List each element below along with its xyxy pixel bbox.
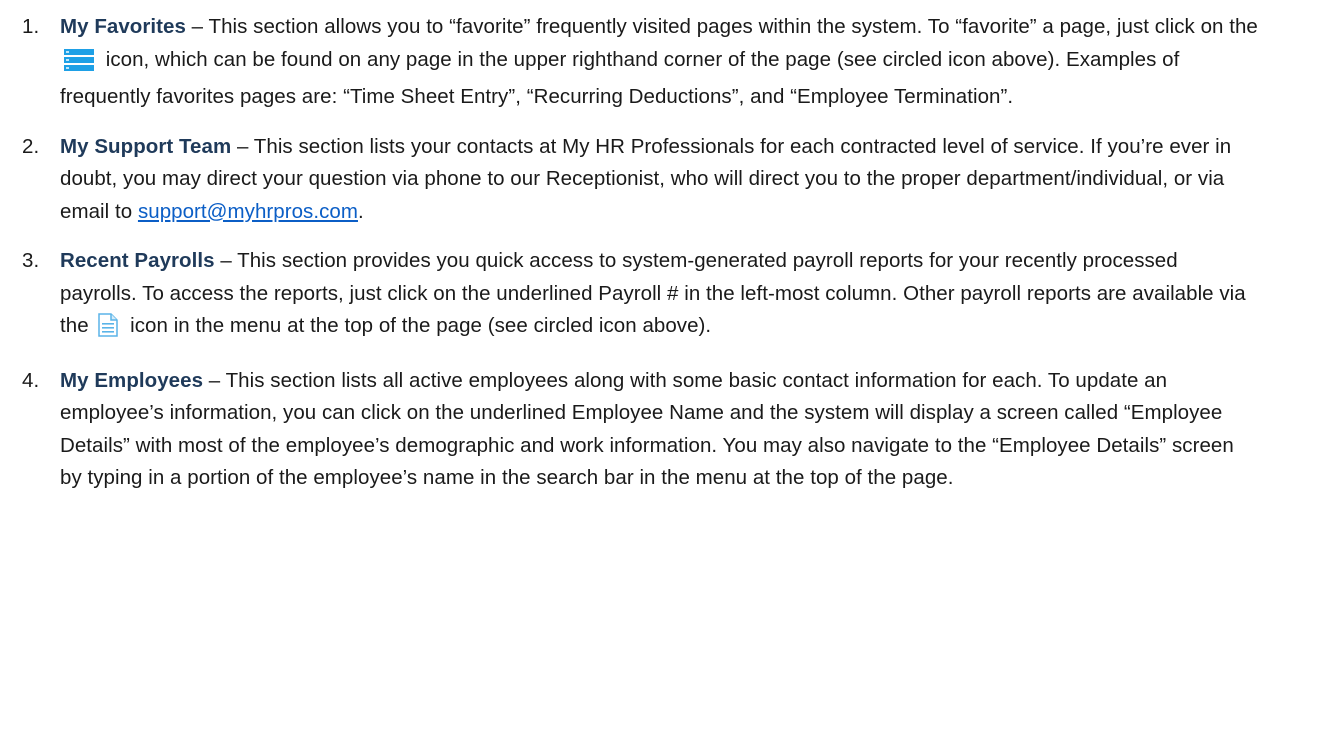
section-title-recent-payrolls: Recent Payrolls <box>60 249 215 272</box>
section-title-my-favorites: My Favorites <box>60 15 186 38</box>
list-item-recent-payrolls: 3. Recent Payrolls – This section provid… <box>12 245 1318 348</box>
support-email-link[interactable]: support@myhrpros.com <box>138 200 358 223</box>
section-text: icon in the menu at the top of the page … <box>124 314 712 337</box>
list-item-my-favorites: 1. My Favorites – This section allows yo… <box>12 11 1318 114</box>
section-text: . <box>357 199 364 223</box>
list-item-my-employees: 4. My Employees – This section lists all… <box>12 365 1318 495</box>
document-icon <box>98 313 119 348</box>
section-title-my-support-team: My Support Team <box>60 134 232 158</box>
section-text: – This section lists all active employee… <box>60 368 1234 490</box>
list-item-body: My Support Team – This section lists you… <box>32 131 1318 229</box>
document-page: 1. My Favorites – This section allows yo… <box>0 11 1338 732</box>
section-text: – This section allows you to “favorite” … <box>185 15 1258 38</box>
list-item-my-support-team: 2. My Support Team – This section lists … <box>12 131 1318 229</box>
section-text: icon, which can be found on any page in … <box>60 47 1180 109</box>
list-icon <box>64 48 94 82</box>
list-item-body: My Employees – This section lists all ac… <box>32 365 1318 495</box>
section-title-my-employees: My Employees <box>60 368 204 392</box>
list-item-body: Recent Payrolls – This section provides … <box>32 245 1318 348</box>
list-item-body: My Favorites – This section allows you t… <box>32 11 1318 114</box>
